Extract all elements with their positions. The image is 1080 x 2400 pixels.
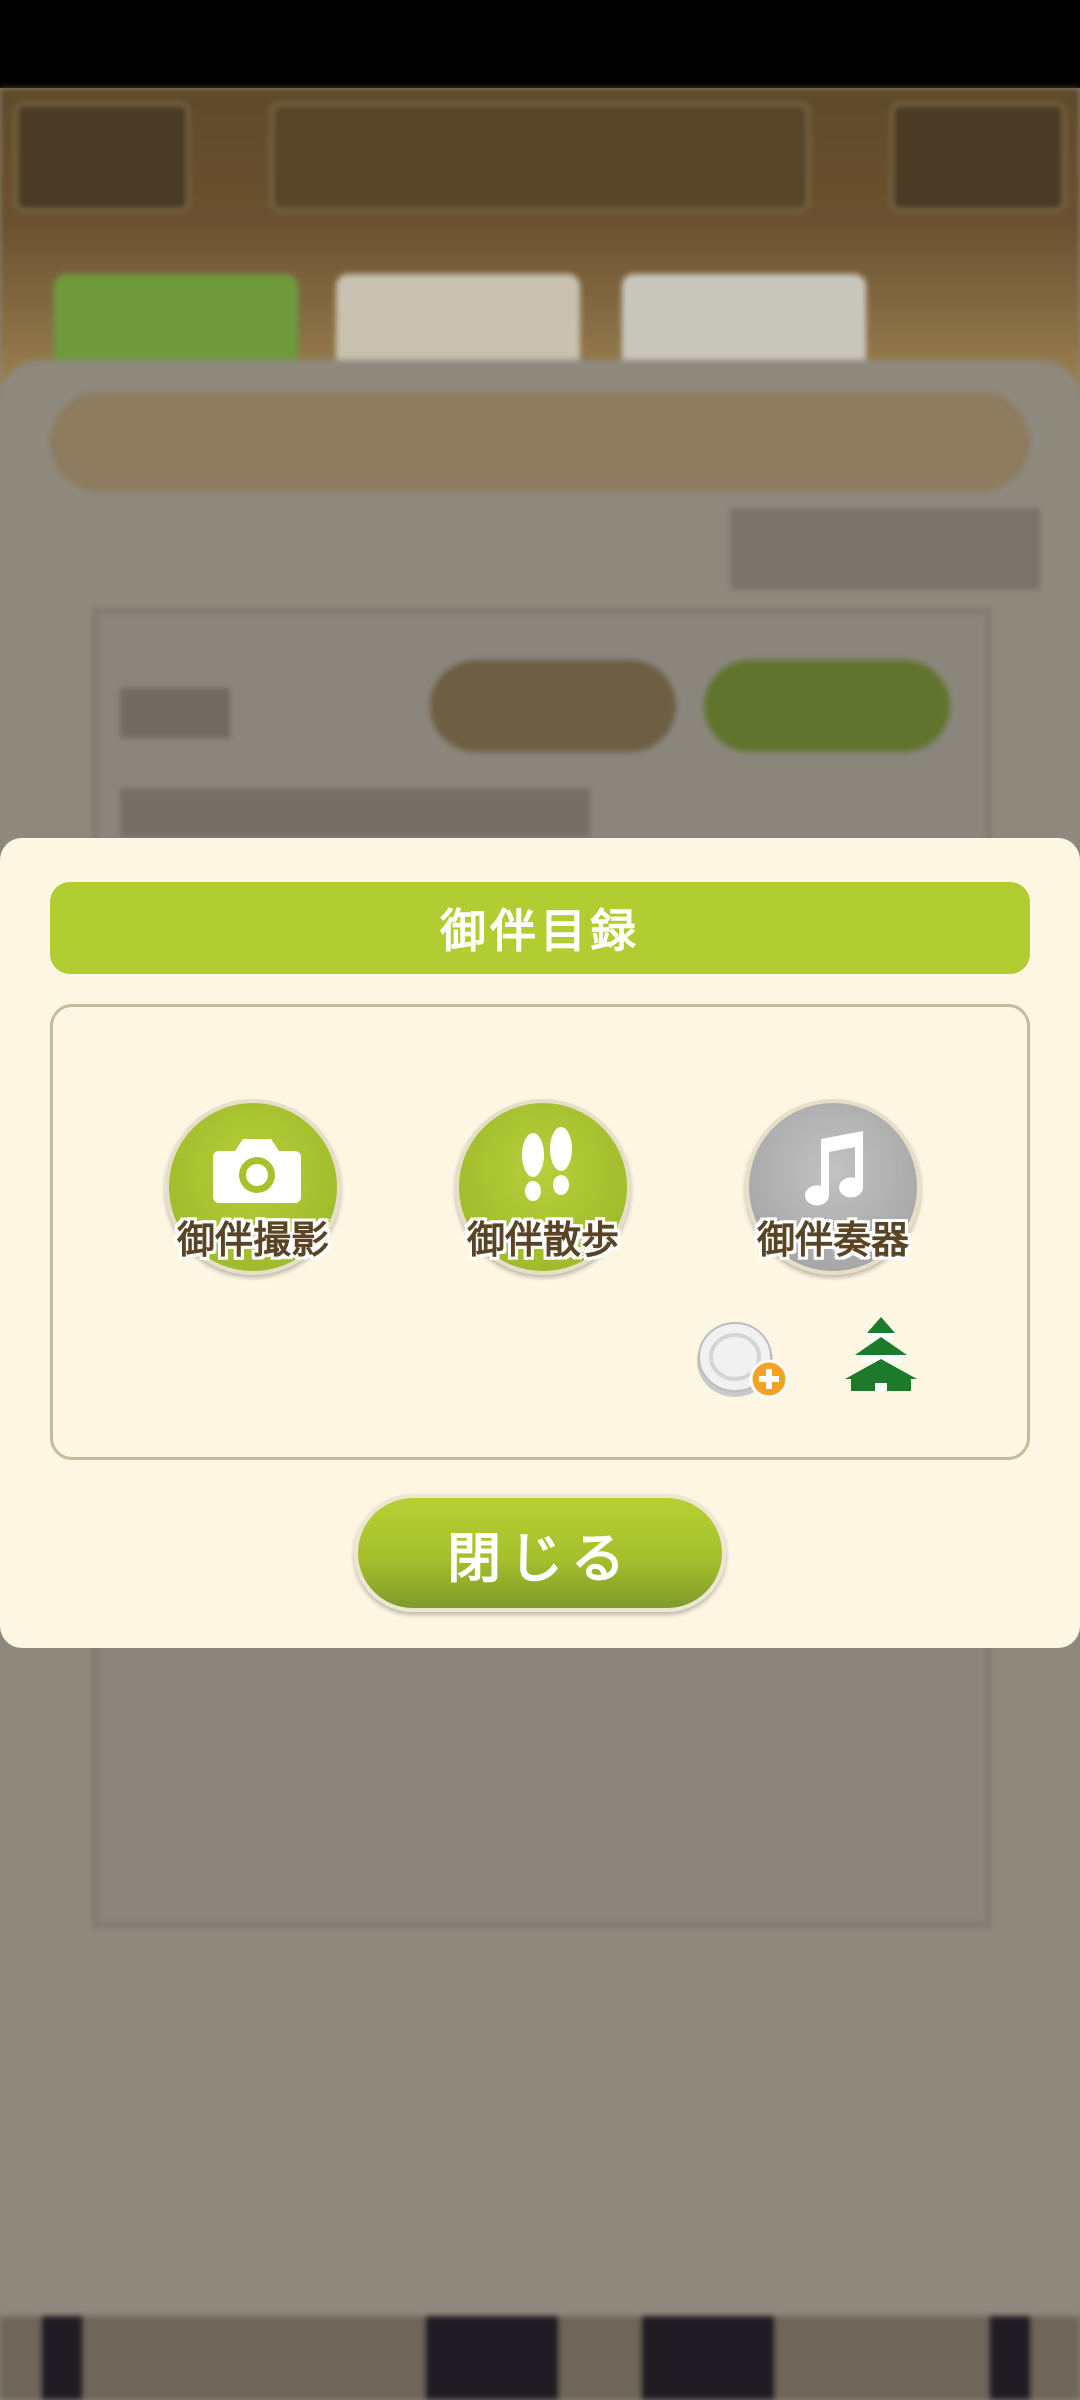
background-bottom-item (42, 2316, 82, 2400)
background-tab (336, 274, 580, 374)
background-header-info (270, 102, 810, 212)
music-note-icon (805, 1131, 864, 1206)
background-titlebar (50, 392, 1030, 492)
background-right-button (890, 102, 1066, 212)
background-bottom-item (990, 2316, 1030, 2400)
companion-photo-button[interactable]: 御伴撮影 (165, 1099, 341, 1275)
footprints-icon (522, 1127, 572, 1201)
background-bottom-item (426, 2316, 558, 2400)
background-text (120, 688, 230, 738)
background-pill (704, 660, 950, 752)
background-tab (54, 274, 298, 374)
castle-icon[interactable] (839, 1313, 923, 1397)
companion-photo-label: 御伴撮影 (176, 1218, 329, 1262)
camera-icon (213, 1139, 301, 1203)
companion-music-button[interactable]: 御伴奏器 (745, 1099, 921, 1275)
companion-walk-button[interactable]: 御伴散歩 (455, 1099, 631, 1275)
background-box (730, 508, 1040, 590)
background-pill (430, 660, 676, 752)
status-bar (0, 0, 1080, 88)
background-text (120, 788, 590, 838)
background-bottom-item (642, 2316, 774, 2400)
dialog-title: 御伴目録 (50, 882, 1030, 974)
companion-walk-label: 御伴散歩 (466, 1218, 619, 1262)
companion-catalog-dialog: 御伴目録 御伴撮影 御伴散歩 御伴奏器 閉じる (0, 838, 1080, 1648)
background-tab (622, 274, 866, 374)
coin-plus-icon[interactable] (693, 1315, 793, 1405)
companion-items-box: 御伴撮影 御伴散歩 御伴奏器 (50, 1004, 1030, 1460)
companion-music-label: 御伴奏器 (756, 1218, 909, 1262)
close-button[interactable]: 閉じる (354, 1494, 726, 1612)
background-left-button (14, 102, 190, 212)
